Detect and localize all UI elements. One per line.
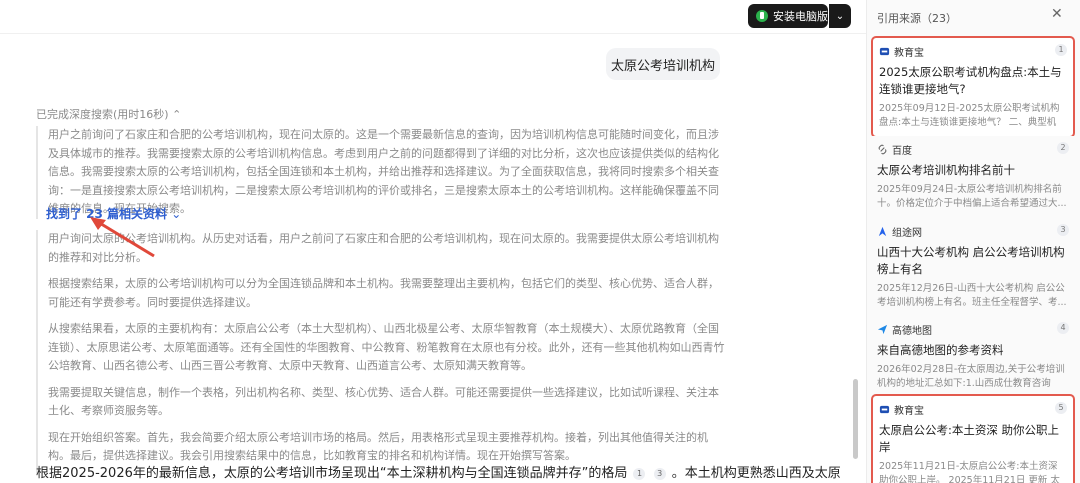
citation-source-name: 百度 bbox=[892, 146, 912, 157]
citation-source: 高德地图 bbox=[877, 322, 1069, 337]
citation-snippet: 2026年02月28日-在太原周边,关于公考培训机构的地址汇总如下:1.山西成仕… bbox=[877, 364, 1065, 389]
thinking-paragraph: 现在开始组织答案。首先，我会简要介绍太原公考培训市场的格局。然后，用表格形式呈现… bbox=[48, 430, 708, 463]
answer-suffix: 。本土机构更熟悉山西及太原 bbox=[671, 466, 841, 481]
citation-card[interactable]: 组途网 3 山西十大公考机构 启公公考培训机构榜上有名 2025年12月26日-… bbox=[871, 218, 1075, 316]
install-dropdown-button[interactable]: ⌄ bbox=[829, 4, 851, 28]
citation-card[interactable]: 教育宝 5 太原启公公考:本土资深 助你公职上岸 2025年11月21日-太原启… bbox=[871, 394, 1075, 483]
citation-source-name: 教育宝 bbox=[894, 48, 924, 59]
citation-number: 1 bbox=[1055, 44, 1067, 56]
close-icon[interactable]: ✕ bbox=[1051, 6, 1063, 22]
citation-title: 来自高德地图的参考资料 bbox=[877, 343, 1004, 357]
citation-snippet: 2025年09月12日-2025太原公职考试机构盘点:本土与连锁谁更接地气？ 二… bbox=[879, 103, 1060, 128]
citation-card[interactable]: 百度 2 太原公考培训机构排名前十 2025年09月24日-太原公考培训机构排名… bbox=[871, 136, 1075, 217]
answer-text: 根据2025-2026年的最新信息，太原的公考培训市场呈现出“本土深耕机构与全国… bbox=[36, 462, 841, 481]
citation-snippet: 2025年12月26日-山西十大公考机构 启公公考培训机构榜上有名。班主任全程督… bbox=[877, 283, 1067, 308]
citation-sidebar: 引用来源（23） ✕ 教育宝 1 2025太原公职考试机构盘点:本土与连锁谁更接… bbox=[866, 0, 1080, 483]
top-bar: 安装电脑版 ⌄ bbox=[0, 0, 866, 34]
citation-source-name: 教育宝 bbox=[894, 406, 924, 417]
thinking-block-2: 用户询问太原的公考培训机构。从历史对话看，用户之前问了石家庄和合肥的公考培训机构… bbox=[36, 230, 726, 474]
citation-title: 山西十大公考机构 启公公考培训机构榜上有名 bbox=[877, 245, 1065, 276]
deep-search-status-text: 已完成深度搜索(用时16秒) bbox=[36, 108, 169, 121]
citation-source-name: 组途网 bbox=[892, 228, 922, 239]
link-icon bbox=[878, 144, 887, 155]
citation-number: 3 bbox=[1057, 224, 1069, 236]
citation-title: 太原公考培训机构排名前十 bbox=[877, 163, 1015, 177]
install-desktop-label: 安装电脑版 bbox=[773, 10, 828, 23]
zutu-icon bbox=[878, 226, 887, 237]
citation-source: 百度 bbox=[877, 142, 1069, 157]
citation-source: 教育宝 bbox=[879, 402, 1067, 417]
citation-card[interactable]: 教育宝 1 2025太原公职考试机构盘点:本土与连锁谁更接地气? 2025年09… bbox=[871, 36, 1075, 138]
answer-prefix: 根据2025-2026年的最新信息，太原的公考培训市场呈现出“本土深耕机构与全国… bbox=[36, 466, 628, 481]
citation-card[interactable]: 高德地图 4 来自高德地图的参考资料 2026年02月28日-在太原周边,关于公… bbox=[871, 316, 1075, 397]
jiaoyubao-icon bbox=[879, 405, 890, 414]
thinking-paragraph: 我需要提取关键信息，制作一个表格，列出机构名称、类型、核心优势、适合人群。可能还… bbox=[48, 385, 719, 418]
chevron-down-icon: ⌄ bbox=[171, 207, 182, 221]
citation-badge[interactable]: 1 bbox=[633, 467, 646, 480]
chat-panel: 太原公考培训机构 已完成深度搜索(用时16秒) ⌃ 用户之前询问了石家庄和合肥的… bbox=[0, 34, 866, 483]
citation-source: 组途网 bbox=[877, 224, 1069, 239]
scrollbar-thumb[interactable] bbox=[853, 379, 858, 459]
citation-snippet: 2025年11月21日-太原启公公考:本土资深 助你公职上岸。 2025年11月… bbox=[879, 461, 1060, 483]
citation-source: 教育宝 bbox=[879, 44, 1067, 59]
app-logo-icon bbox=[756, 10, 768, 22]
citation-badge[interactable]: 3 bbox=[653, 467, 666, 480]
install-desktop-button[interactable]: 安装电脑版 bbox=[748, 4, 828, 28]
citation-snippet: 2025年09月24日-太原公考培训机构排名前十。价格定位介于中档偏上适合希望通… bbox=[877, 184, 1067, 209]
citation-title: 2025太原公职考试机构盘点:本土与连锁谁更接地气? bbox=[879, 65, 1062, 96]
citation-source-name: 高德地图 bbox=[892, 326, 932, 337]
red-arrow-annotation bbox=[90, 217, 155, 258]
thinking-paragraph: 根据搜索结果，太原的公考培训机构可以分为全国连锁品牌和本土机构。我需要整理出主要… bbox=[48, 277, 719, 309]
jiaoyubao-icon bbox=[879, 47, 890, 56]
thinking-paragraph: 从搜索结果看，太原的主要机构有：太原启公公考（本土大型机构）、山西北极星公考、太… bbox=[48, 322, 725, 372]
citation-number: 5 bbox=[1055, 402, 1067, 414]
amap-icon bbox=[877, 324, 888, 335]
citation-number: 2 bbox=[1057, 142, 1069, 154]
citation-title: 太原启公公考:本土资深 助你公职上岸 bbox=[879, 423, 1060, 454]
user-message-bubble: 太原公考培训机构 bbox=[606, 48, 720, 80]
citation-number: 4 bbox=[1057, 322, 1069, 334]
chevron-down-icon: ⌄ bbox=[835, 10, 845, 22]
deep-search-status[interactable]: 已完成深度搜索(用时16秒) ⌃ bbox=[36, 106, 181, 122]
chevron-up-icon: ⌃ bbox=[172, 108, 182, 121]
sidebar-title: 引用来源（23） bbox=[877, 12, 957, 25]
